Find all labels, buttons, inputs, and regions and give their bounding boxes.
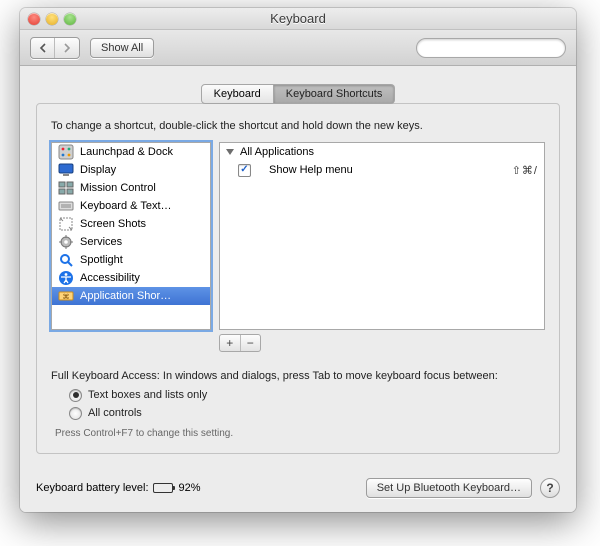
window-title: Keyboard — [20, 11, 576, 26]
show-all-button[interactable]: Show All — [90, 38, 154, 58]
fka-intro: Full Keyboard Access: In windows and dia… — [51, 370, 545, 382]
remove-shortcut-button[interactable]: − — [241, 335, 261, 351]
accessibility-icon — [58, 270, 74, 286]
shortcut-enabled-checkbox[interactable] — [238, 164, 251, 177]
category-row[interactable]: Display — [52, 161, 210, 179]
services-icon — [58, 234, 74, 250]
category-label: Keyboard & Text… — [80, 200, 172, 212]
chevron-right-icon — [63, 43, 71, 53]
instruction-text: To change a shortcut, double-click the s… — [51, 120, 545, 132]
battery-icon — [153, 483, 173, 493]
category-label: Launchpad & Dock — [80, 146, 173, 158]
search-field[interactable] — [416, 38, 566, 58]
toolbar: Show All — [20, 30, 576, 66]
category-row[interactable]: Mission Control — [52, 179, 210, 197]
category-row[interactable]: Keyboard & Text… — [52, 197, 210, 215]
full-keyboard-access: Full Keyboard Access: In windows and dia… — [51, 370, 545, 439]
radio-icon — [69, 389, 82, 402]
category-label: Application Shor… — [80, 290, 171, 302]
add-shortcut-button[interactable]: + — [220, 335, 241, 351]
shortcut-row[interactable]: Show Help menu ⇧⌘/ — [220, 161, 544, 179]
forward-button[interactable] — [55, 38, 79, 58]
fka-option-text-only[interactable]: Text boxes and lists only — [69, 386, 545, 404]
display-icon — [58, 162, 74, 178]
shortcut-group-label: All Applications — [240, 146, 314, 158]
add-remove-segmented: + − — [219, 334, 261, 352]
nav-back-forward — [30, 37, 80, 59]
fka-option-label: All controls — [88, 407, 142, 419]
tab-bar: Keyboard Keyboard Shortcuts — [36, 84, 560, 104]
category-row[interactable]: Screen Shots — [52, 215, 210, 233]
shortcut-list[interactable]: All Applications Show Help menu ⇧⌘/ — [219, 142, 545, 330]
keyboard-text-icon — [58, 198, 74, 214]
launchpad-icon — [58, 144, 74, 160]
chevron-left-icon — [39, 43, 47, 53]
category-row[interactable]: ⌘ Application Shor… — [52, 287, 210, 305]
category-row[interactable]: Accessibility — [52, 269, 210, 287]
content-area: Keyboard Keyboard Shortcuts To change a … — [20, 66, 576, 512]
svg-text:⌘: ⌘ — [63, 293, 70, 301]
fka-hint: Press Control+F7 to change this setting. — [55, 428, 545, 439]
category-row[interactable]: Spotlight — [52, 251, 210, 269]
preferences-window: Keyboard Show All Keyboard Keyboard Shor… — [20, 8, 576, 512]
category-row[interactable]: Services — [52, 233, 210, 251]
battery-label: Keyboard battery level: — [36, 482, 149, 494]
lists-container: Launchpad & Dock Display Mission Control Ke… — [51, 142, 545, 330]
category-label: Screen Shots — [80, 218, 146, 230]
fka-option-all[interactable]: All controls — [69, 404, 545, 422]
tab-keyboard-shortcuts[interactable]: Keyboard Shortcuts — [274, 84, 396, 104]
battery-percent: 92% — [179, 482, 201, 494]
shortcut-label: Show Help menu — [269, 164, 353, 176]
category-list[interactable]: Launchpad & Dock Display Mission Control Ke… — [51, 142, 211, 330]
shortcut-keys[interactable]: ⇧⌘/ — [512, 164, 538, 177]
category-label: Accessibility — [80, 272, 140, 284]
tab-keyboard[interactable]: Keyboard — [201, 84, 274, 104]
radio-icon — [69, 407, 82, 420]
category-label: Spotlight — [80, 254, 123, 266]
back-button[interactable] — [31, 38, 55, 58]
category-label: Services — [80, 236, 122, 248]
fka-option-label: Text boxes and lists only — [88, 389, 207, 401]
category-row[interactable]: Launchpad & Dock — [52, 143, 210, 161]
bluetooth-keyboard-button[interactable]: Set Up Bluetooth Keyboard… — [366, 478, 532, 498]
titlebar: Keyboard — [20, 8, 576, 30]
app-shortcuts-icon: ⌘ — [58, 288, 74, 304]
search-input[interactable] — [427, 42, 569, 54]
help-button[interactable]: ? — [540, 478, 560, 498]
screenshots-icon — [58, 216, 74, 232]
disclosure-triangle-icon[interactable] — [226, 149, 234, 155]
spotlight-icon — [58, 252, 74, 268]
shortcut-group-row[interactable]: All Applications — [220, 143, 544, 161]
shortcuts-pane: To change a shortcut, double-click the s… — [36, 103, 560, 454]
category-label: Mission Control — [80, 182, 156, 194]
footer: Keyboard battery level: 92% Set Up Bluet… — [36, 478, 560, 498]
mission-control-icon — [58, 180, 74, 196]
category-label: Display — [80, 164, 116, 176]
